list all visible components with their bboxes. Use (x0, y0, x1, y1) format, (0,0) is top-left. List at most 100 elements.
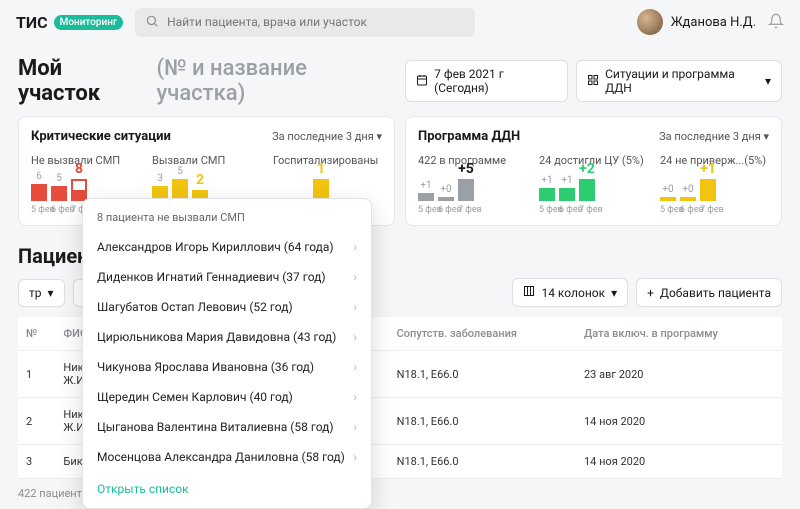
spark-value: 3 (157, 173, 163, 184)
ddn-card: Программа ДДН За последние 3 дня ▾ 422 в… (405, 116, 782, 226)
popover-item[interactable]: Чикунова Ярослава Ивановна (36 год) › (83, 352, 371, 382)
cell-date: 23 авг 2020 (576, 351, 782, 398)
chevron-right-icon: › (353, 420, 357, 434)
situations-button[interactable]: Ситуации и программа ДДН ▾ (576, 60, 782, 102)
date-picker-button[interactable]: 7 фев 2021 г (Сегодня) (405, 60, 568, 102)
spark-value: +1 (541, 175, 552, 186)
date-picker-label: 7 фев 2021 г (Сегодня) (434, 67, 557, 95)
spark-value: 6 (36, 171, 42, 182)
popover-item[interactable]: Щередин Семен Карлович (40 год) › (83, 382, 371, 412)
popover-item[interactable]: Диденков Игнатий Геннадиевич (37 год) › (83, 262, 371, 292)
chevron-down-icon: ▾ (765, 74, 771, 88)
chevron-right-icon: › (353, 390, 357, 404)
filter-button[interactable]: тр ▾ (18, 279, 65, 307)
popover-item-text: Мосенцова Александра Даниловна (58 год) (97, 450, 345, 464)
spark-value: +0 (662, 184, 673, 195)
spark-dates: 5 фев6 фев7 фев (539, 205, 648, 215)
popover-open-list-link[interactable]: Открыть список (83, 472, 371, 502)
cell-num: 2 (18, 398, 55, 445)
spark-value: 1 (317, 161, 325, 177)
spark-value: +1 (561, 175, 572, 186)
spark-value: 5 (56, 173, 62, 184)
col-comorb[interactable]: Сопутств. заболевания (389, 317, 576, 351)
user-menu[interactable]: Жданова Н.Д. (637, 9, 756, 35)
columns-icon (523, 285, 535, 300)
cell-comorb: N18.1, E66.0 (389, 351, 576, 398)
popover-item-text: Щередин Семен Карлович (40 год) (97, 390, 293, 404)
popover-item[interactable]: Шагубатов Остап Левович (52 год) › (83, 292, 371, 322)
col-num[interactable]: № (18, 317, 55, 351)
add-patient-button[interactable]: + Добавить пациента (636, 278, 782, 307)
critical-range-selector[interactable]: За последние 3 дня ▾ (272, 130, 382, 143)
chevron-right-icon: › (353, 330, 357, 344)
logo-text: ТИС (16, 13, 48, 32)
ddn-card-title: Программа ДДН (418, 129, 520, 144)
popover-item-text: Цирюльникова Мария Давидовна (43 год) (97, 330, 336, 344)
popover-item[interactable]: Мосенцова Александра Даниловна (58 год) › (83, 442, 371, 472)
columns-label: 14 колонок (541, 286, 605, 300)
ddn-range-selector[interactable]: За последние 3 дня ▾ (659, 130, 769, 143)
spark-dates: 5 фев6 фев7 фев (418, 205, 527, 215)
spark-bar (71, 179, 87, 201)
bell-icon[interactable] (768, 13, 784, 32)
add-patient-label: Добавить пациента (660, 286, 771, 300)
search-input[interactable] (167, 15, 465, 29)
spark-value: +1 (420, 180, 431, 191)
user-name: Жданова Н.Д. (671, 15, 756, 30)
grid-icon (587, 74, 599, 89)
avatar (637, 9, 663, 35)
popover-item-text: Чикунова Ярослава Ивановна (36 год) (97, 360, 314, 374)
spark-bar (579, 179, 595, 201)
popover-item[interactable]: Александров Игорь Кириллович (64 года) › (83, 232, 371, 262)
popover-title: 8 пациента не вызвали СМП (83, 205, 371, 232)
metric-label: Вызвали СМП (152, 154, 261, 167)
critical-popover: 8 пациента не вызвали СМП Александров Иг… (82, 198, 372, 509)
popover-item-text: Шагубатов Остап Левович (52 год) (97, 300, 293, 314)
cell-date: 14 ноя 2020 (576, 398, 782, 445)
chevron-right-icon: › (353, 360, 357, 374)
cell-date: 14 ноя 2020 (576, 445, 782, 479)
spark-bar (660, 197, 676, 201)
spark-bar (51, 186, 67, 201)
popover-item-text: Диденков Игнатий Геннадиевич (37 год) (97, 270, 326, 284)
search-box[interactable] (135, 8, 475, 37)
chevron-right-icon: › (353, 300, 357, 314)
spark-value: +0 (682, 184, 693, 195)
spark-value: 2 (196, 172, 204, 188)
spark-value: 5 (177, 166, 183, 177)
spark-bar (458, 179, 474, 201)
spark-dates: 5 фев6 фев7 фев (660, 205, 769, 215)
spark-value: +2 (579, 161, 595, 177)
cell-num: 1 (18, 351, 55, 398)
chevron-right-icon: › (353, 450, 357, 464)
critical-card-title: Критические ситуации (31, 129, 171, 144)
page-title: Мой участок (18, 56, 146, 106)
spark-value: +5 (458, 161, 474, 177)
chevron-right-icon: › (353, 240, 357, 254)
situations-label: Ситуации и программа ДДН (605, 67, 759, 95)
popover-item[interactable]: Цыганова Валентина Виталиевна (58 год)› (83, 412, 371, 442)
spark-bar (680, 197, 696, 201)
col-date[interactable]: Дата включ. в программу (576, 317, 782, 351)
spark-bar (539, 188, 555, 201)
spark-bar (418, 193, 434, 201)
chevron-right-icon: › (353, 270, 357, 284)
logo: ТИС Мониторинг (16, 13, 123, 32)
spark-bar (438, 197, 454, 201)
logo-badge: Мониторинг (54, 15, 124, 30)
spark-bar (559, 188, 575, 201)
spark-value: +0 (440, 184, 451, 195)
columns-button[interactable]: 14 колонок ▾ (512, 278, 628, 307)
popover-item[interactable]: Цирюльникова Мария Давидовна (43 год) › (83, 322, 371, 352)
spark-bar (700, 179, 716, 201)
page-subtitle: (№ и название участка) (156, 56, 395, 106)
cell-comorb: N18.1, E66.0 (389, 398, 576, 445)
cell-num: 3 (18, 445, 55, 479)
filter-label: тр (29, 286, 42, 300)
spark-value: +1 (700, 161, 716, 177)
spark-bar (31, 184, 47, 202)
plus-icon: + (647, 286, 654, 300)
cell-comorb: N18.1, E66.0 (389, 445, 576, 479)
popover-item-text: Александров Игорь Кириллович (64 года) (97, 240, 334, 254)
search-icon (145, 14, 159, 31)
